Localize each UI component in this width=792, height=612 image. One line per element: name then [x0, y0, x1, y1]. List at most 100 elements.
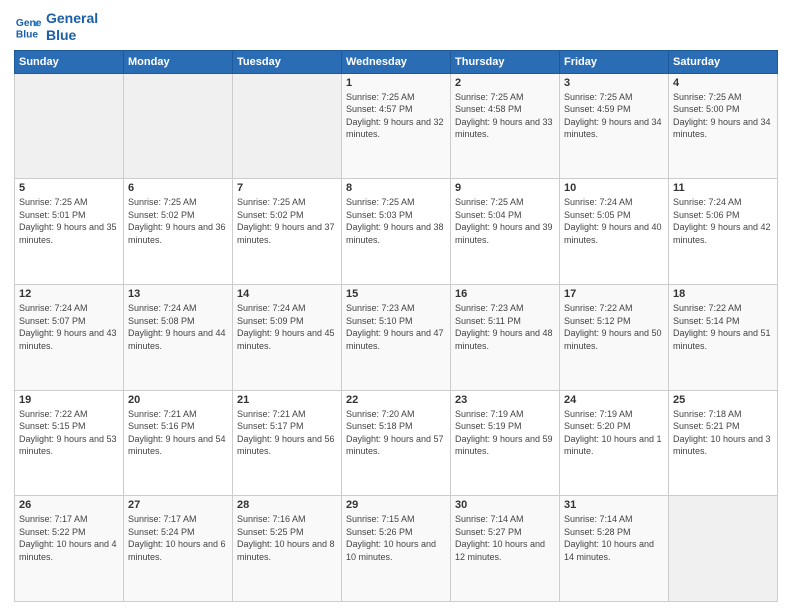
day-info: Sunrise: 7:22 AMSunset: 5:12 PMDaylight:…: [564, 302, 664, 352]
calendar-cell: 27 Sunrise: 7:17 AMSunset: 5:24 PMDayligh…: [124, 496, 233, 602]
day-info: Sunrise: 7:25 AMSunset: 5:02 PMDaylight:…: [128, 196, 228, 246]
calendar-week-row: 26 Sunrise: 7:17 AMSunset: 5:22 PMDayligh…: [15, 496, 778, 602]
calendar-cell: 31 Sunrise: 7:14 AMSunset: 5:28 PMDayligh…: [560, 496, 669, 602]
day-number: 13: [128, 288, 228, 300]
day-number: 22: [346, 394, 446, 406]
day-info: Sunrise: 7:24 AMSunset: 5:05 PMDaylight:…: [564, 196, 664, 246]
day-number: 21: [237, 394, 337, 406]
calendar-cell: 6 Sunrise: 7:25 AMSunset: 5:02 PMDaylight…: [124, 179, 233, 285]
day-info: Sunrise: 7:17 AMSunset: 5:24 PMDaylight:…: [128, 513, 228, 563]
day-number: 19: [19, 394, 119, 406]
calendar-table: SundayMondayTuesdayWednesdayThursdayFrid…: [14, 50, 778, 602]
day-number: 2: [455, 77, 555, 89]
calendar-cell: 12Sunrise: 7:24 AMSunset: 5:07 PMDayligh…: [15, 284, 124, 390]
calendar-cell: 8 Sunrise: 7:25 AMSunset: 5:03 PMDaylight…: [342, 179, 451, 285]
logo: General Blue General Blue: [14, 10, 98, 44]
day-number: 20: [128, 394, 228, 406]
calendar-cell: [669, 496, 778, 602]
calendar-cell: 4 Sunrise: 7:25 AMSunset: 5:00 PMDaylight…: [669, 73, 778, 179]
day-number: 14: [237, 288, 337, 300]
calendar-header-row: SundayMondayTuesdayWednesdayThursdayFrid…: [15, 50, 778, 73]
day-info: Sunrise: 7:25 AMSunset: 4:59 PMDaylight:…: [564, 91, 664, 141]
day-number: 1: [346, 77, 446, 89]
day-number: 11: [673, 182, 773, 194]
day-number: 9: [455, 182, 555, 194]
day-info: Sunrise: 7:23 AMSunset: 5:11 PMDaylight:…: [455, 302, 555, 352]
day-info: Sunrise: 7:25 AMSunset: 4:58 PMDaylight:…: [455, 91, 555, 141]
day-number: 12: [19, 288, 119, 300]
day-info: Sunrise: 7:25 AMSunset: 5:00 PMDaylight:…: [673, 91, 773, 141]
calendar-cell: 13 Sunrise: 7:24 AMSunset: 5:08 PMDayligh…: [124, 284, 233, 390]
calendar-cell: 3Sunrise: 7:25 AMSunset: 4:59 PMDaylight…: [560, 73, 669, 179]
col-header-thursday: Thursday: [451, 50, 560, 73]
calendar-cell: 18 Sunrise: 7:22 AMSunset: 5:14 PMDayligh…: [669, 284, 778, 390]
calendar-cell: 5 Sunrise: 7:25 AMSunset: 5:01 PMDaylight…: [15, 179, 124, 285]
logo-icon: General Blue: [14, 13, 42, 41]
calendar-cell: [124, 73, 233, 179]
day-number: 26: [19, 499, 119, 511]
calendar-cell: [233, 73, 342, 179]
col-header-wednesday: Wednesday: [342, 50, 451, 73]
day-info: Sunrise: 7:24 AMSunset: 5:08 PMDaylight:…: [128, 302, 228, 352]
calendar-cell: 7 Sunrise: 7:25 AMSunset: 5:02 PMDaylight…: [233, 179, 342, 285]
day-info: Sunrise: 7:25 AMSunset: 5:01 PMDaylight:…: [19, 196, 119, 246]
col-header-tuesday: Tuesday: [233, 50, 342, 73]
calendar-cell: 26 Sunrise: 7:17 AMSunset: 5:22 PMDayligh…: [15, 496, 124, 602]
calendar-cell: 25Sunrise: 7:18 AMSunset: 5:21 PMDayligh…: [669, 390, 778, 496]
calendar-week-row: 5 Sunrise: 7:25 AMSunset: 5:01 PMDaylight…: [15, 179, 778, 285]
day-number: 4: [673, 77, 773, 89]
calendar-week-row: 19 Sunrise: 7:22 AMSunset: 5:15 PMDayligh…: [15, 390, 778, 496]
day-info: Sunrise: 7:16 AMSunset: 5:25 PMDaylight:…: [237, 513, 337, 563]
day-number: 6: [128, 182, 228, 194]
day-info: Sunrise: 7:20 AMSunset: 5:18 PMDaylight:…: [346, 408, 446, 458]
day-info: Sunrise: 7:19 AMSunset: 5:20 PMDaylight:…: [564, 408, 664, 458]
svg-text:Blue: Blue: [16, 29, 39, 40]
day-number: 29: [346, 499, 446, 511]
day-number: 17: [564, 288, 664, 300]
col-header-friday: Friday: [560, 50, 669, 73]
calendar-cell: 17 Sunrise: 7:22 AMSunset: 5:12 PMDayligh…: [560, 284, 669, 390]
day-number: 10: [564, 182, 664, 194]
day-info: Sunrise: 7:22 AMSunset: 5:14 PMDaylight:…: [673, 302, 773, 352]
day-info: Sunrise: 7:14 AMSunset: 5:27 PMDaylight:…: [455, 513, 555, 563]
day-info: Sunrise: 7:24 AMSunset: 5:06 PMDaylight:…: [673, 196, 773, 246]
col-header-monday: Monday: [124, 50, 233, 73]
day-number: 27: [128, 499, 228, 511]
day-number: 23: [455, 394, 555, 406]
header: General Blue General Blue: [14, 10, 778, 44]
calendar-week-row: 1Sunrise: 7:25 AMSunset: 4:57 PMDaylight…: [15, 73, 778, 179]
day-number: 5: [19, 182, 119, 194]
calendar-cell: 23Sunrise: 7:19 AMSunset: 5:19 PMDayligh…: [451, 390, 560, 496]
calendar-cell: 30 Sunrise: 7:14 AMSunset: 5:27 PMDayligh…: [451, 496, 560, 602]
day-number: 31: [564, 499, 664, 511]
day-number: 25: [673, 394, 773, 406]
day-info: Sunrise: 7:21 AMSunset: 5:17 PMDaylight:…: [237, 408, 337, 458]
day-info: Sunrise: 7:25 AMSunset: 5:04 PMDaylight:…: [455, 196, 555, 246]
calendar-cell: 2 Sunrise: 7:25 AMSunset: 4:58 PMDaylight…: [451, 73, 560, 179]
day-info: Sunrise: 7:14 AMSunset: 5:28 PMDaylight:…: [564, 513, 664, 563]
calendar-cell: 16 Sunrise: 7:23 AMSunset: 5:11 PMDayligh…: [451, 284, 560, 390]
day-number: 8: [346, 182, 446, 194]
day-number: 30: [455, 499, 555, 511]
day-number: 16: [455, 288, 555, 300]
calendar-cell: 14 Sunrise: 7:24 AMSunset: 5:09 PMDayligh…: [233, 284, 342, 390]
day-info: Sunrise: 7:24 AMSunset: 5:09 PMDaylight:…: [237, 302, 337, 352]
calendar-cell: 20Sunrise: 7:21 AMSunset: 5:16 PMDayligh…: [124, 390, 233, 496]
col-header-saturday: Saturday: [669, 50, 778, 73]
calendar-cell: 1Sunrise: 7:25 AMSunset: 4:57 PMDaylight…: [342, 73, 451, 179]
day-number: 18: [673, 288, 773, 300]
calendar-cell: 9 Sunrise: 7:25 AMSunset: 5:04 PMDaylight…: [451, 179, 560, 285]
svg-text:General: General: [16, 18, 42, 29]
day-info: Sunrise: 7:25 AMSunset: 5:02 PMDaylight:…: [237, 196, 337, 246]
calendar-cell: 24Sunrise: 7:19 AMSunset: 5:20 PMDayligh…: [560, 390, 669, 496]
calendar-cell: 21 Sunrise: 7:21 AMSunset: 5:17 PMDayligh…: [233, 390, 342, 496]
day-number: 28: [237, 499, 337, 511]
day-number: 7: [237, 182, 337, 194]
page: General Blue General Blue SundayMondayTu…: [0, 0, 792, 612]
day-info: Sunrise: 7:22 AMSunset: 5:15 PMDaylight:…: [19, 408, 119, 458]
calendar-cell: [15, 73, 124, 179]
day-info: Sunrise: 7:25 AMSunset: 5:03 PMDaylight:…: [346, 196, 446, 246]
day-info: Sunrise: 7:17 AMSunset: 5:22 PMDaylight:…: [19, 513, 119, 563]
calendar-cell: 11 Sunrise: 7:24 AMSunset: 5:06 PMDayligh…: [669, 179, 778, 285]
calendar-cell: 22 Sunrise: 7:20 AMSunset: 5:18 PMDayligh…: [342, 390, 451, 496]
